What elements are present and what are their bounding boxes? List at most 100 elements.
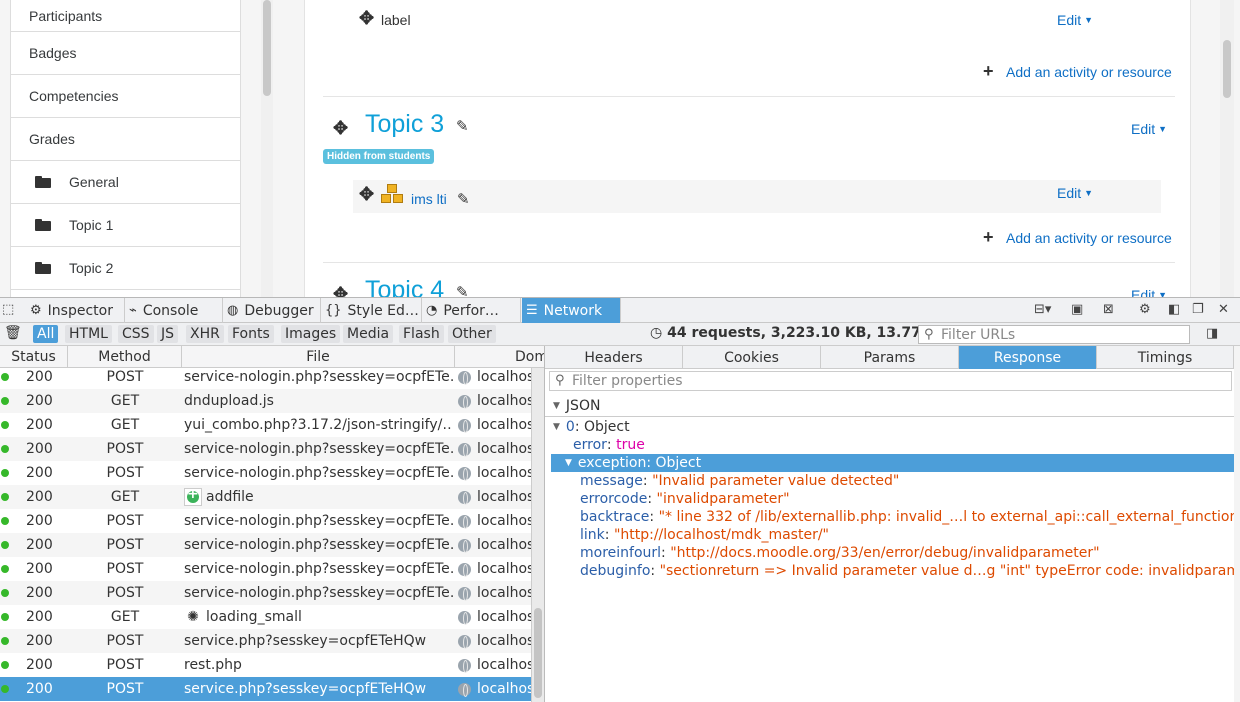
tree-row-errorcode[interactable]: errorcode: "invalidparameter" — [545, 490, 1240, 508]
topic-4-title[interactable]: Topic 4 — [365, 276, 444, 297]
nav-item-badges[interactable]: Badges — [11, 32, 240, 75]
filter-fonts[interactable]: Fonts — [228, 325, 274, 343]
nav-item-competencies[interactable]: Competencies — [11, 75, 240, 118]
pencil-edit-icon[interactable]: ✎ — [457, 190, 470, 208]
filter-properties-placeholder: Filter properties — [572, 373, 683, 389]
table-row[interactable]: 200 GET dndupload.js localhos — [0, 389, 531, 413]
filter-flash[interactable]: Flash — [399, 325, 444, 343]
table-row[interactable]: 200 GET addfile localhos — [0, 485, 531, 509]
tab-timings[interactable]: Timings — [1097, 346, 1234, 369]
page-scrollbar[interactable] — [1220, 0, 1234, 297]
scrollbar-thumb[interactable] — [534, 608, 542, 698]
close-icon[interactable]: ✕ — [1218, 302, 1229, 320]
col-method[interactable]: Method — [68, 346, 182, 368]
tree-key: error — [573, 437, 607, 453]
table-row[interactable]: 200 POST service-nologin.php?sesskey=ocpfE… — [0, 368, 531, 389]
col-domain[interactable]: Dom — [455, 346, 548, 368]
table-row[interactable]: 200 POST service-nologin.php?sesskey=ocpfE… — [0, 437, 531, 461]
add-activity-link-1[interactable]: Add an activity or resource — [1006, 64, 1172, 80]
nav-item-topic-2[interactable]: Topic 2 — [11, 247, 240, 290]
col-file[interactable]: File — [182, 346, 455, 368]
filter-all[interactable]: All — [33, 325, 59, 343]
filter-js[interactable]: JS — [157, 325, 179, 343]
filter-xhr[interactable]: XHR — [186, 325, 224, 343]
topic-3-title[interactable]: Topic 3 — [365, 110, 444, 139]
move-icon[interactable]: ✥ — [359, 8, 374, 29]
table-row[interactable]: 200 POST service.php?sesskey=ocpfETeHQw loc… — [0, 629, 531, 653]
tree-row-link[interactable]: link: "http://localhost/mdk_master/" — [545, 526, 1240, 544]
tab-console[interactable]: ⌁ Console — [125, 298, 223, 323]
filter-media[interactable]: Media — [343, 325, 394, 343]
tab-inspector[interactable]: ⚙ Inspector — [26, 298, 125, 323]
scratchpad-icon[interactable]: ⊠ — [1103, 302, 1114, 320]
scrollbar-thumb[interactable] — [1223, 40, 1231, 98]
screenshot-icon[interactable]: ▣ — [1071, 302, 1083, 320]
nav-item-participants[interactable]: Participants — [11, 0, 240, 32]
globe-icon — [458, 658, 471, 673]
tree-row-backtrace[interactable]: backtrace: "* line 332 of /lib/externall… — [545, 508, 1240, 526]
table-row[interactable]: 200 POST service-nologin.php?sesskey=ocpfE… — [0, 581, 531, 605]
tab-performance[interactable]: ◔ Perfor… — [422, 298, 521, 323]
table-row[interactable]: 200 POST service-nologin.php?sesskey=ocpfE… — [0, 533, 531, 557]
tab-params[interactable]: Params — [821, 346, 959, 369]
toggle-sidebar-icon[interactable]: ◨ — [1206, 326, 1218, 341]
edit-menu-ims-lti[interactable]: Edit ▼ — [1057, 185, 1093, 201]
move-icon[interactable]: ✥ — [359, 184, 374, 205]
add-activity-link-2[interactable]: Add an activity or resource — [1006, 230, 1172, 246]
edit-menu-topic-3[interactable]: Edit ▼ — [1131, 121, 1167, 137]
file-name: service.php?sesskey=ocpfETeHQw — [184, 633, 427, 649]
tab-headers[interactable]: Headers — [545, 346, 683, 369]
ims-lti-link[interactable]: ims lti — [411, 191, 447, 207]
tree-row-exception[interactable]: ▼ exception: Object — [551, 454, 1240, 472]
filter-css[interactable]: CSS — [118, 325, 154, 343]
move-icon[interactable]: ✥ — [333, 284, 348, 297]
tree-row-message[interactable]: message: "Invalid parameter value detect… — [545, 472, 1240, 490]
tab-debugger[interactable]: ◍ Debugger — [223, 298, 321, 323]
filter-urls-input[interactable]: ⚲ Filter URLs — [918, 325, 1190, 344]
table-row[interactable]: 200 GET ✺ loading_small localhos — [0, 605, 531, 629]
cell-file: service-nologin.php?sesskey=ocpfETe… — [184, 461, 453, 485]
filter-other[interactable]: Other — [448, 325, 496, 343]
tree-row-moreinfourl[interactable]: moreinfourl: "http://docs.moodle.org/33/… — [545, 544, 1240, 562]
tab-cookies[interactable]: Cookies — [683, 346, 821, 369]
table-row[interactable]: 200 POST service-nologin.php?sesskey=ocpfE… — [0, 461, 531, 485]
table-row[interactable]: 200 POST service-nologin.php?sesskey=ocpfE… — [0, 557, 531, 581]
nav-item-grades[interactable]: Grades — [11, 118, 240, 161]
table-row[interactable]: 200 POST service.php?sesskey=ocpfETeHQw loc… — [0, 677, 531, 701]
gear-icon[interactable]: ⚙ — [1139, 302, 1151, 320]
responsive-icon[interactable]: ⊟▾ — [1034, 302, 1051, 320]
table-row[interactable]: 200 POST rest.php localhos — [0, 653, 531, 677]
edit-menu-label[interactable]: Edit ▼ — [1057, 12, 1093, 28]
nav-item-topic-1[interactable]: Topic 1 — [11, 204, 240, 247]
filter-html[interactable]: HTML — [65, 325, 112, 343]
trash-icon[interactable]: 🗑 — [4, 325, 22, 341]
filter-properties-input[interactable]: ⚲ Filter properties — [549, 371, 1232, 391]
window-icon[interactable]: ❐ — [1192, 302, 1204, 320]
cell-method: GET — [110, 489, 140, 505]
table-row[interactable]: 200 POST service-nologin.php?sesskey=ocpfE… — [0, 509, 531, 533]
tree-row-error[interactable]: error: true — [545, 436, 1240, 454]
nav-item-general[interactable]: General — [11, 161, 240, 204]
tab-response[interactable]: Response — [959, 346, 1097, 369]
tree-row-root[interactable]: ▼ 0: Object — [545, 418, 1240, 436]
details-scrollbar[interactable] — [1234, 346, 1240, 702]
dock-side-icon[interactable]: ◧ — [1168, 302, 1180, 320]
scrollbar-thumb[interactable] — [263, 0, 271, 96]
filter-images[interactable]: Images — [281, 325, 341, 343]
json-section-header[interactable]: ▼ JSON — [545, 395, 1240, 417]
edit-menu-topic-4[interactable]: Edit ▼ — [1131, 287, 1167, 297]
move-icon[interactable]: ✥ — [333, 118, 348, 139]
domain-name: localhos — [477, 393, 531, 409]
tab-label: Inspector — [47, 302, 113, 319]
sidebar-scrollbar[interactable] — [261, 0, 273, 297]
pick-element-icon[interactable]: ⬚ — [2, 302, 14, 320]
pencil-edit-icon[interactable]: ✎ — [456, 283, 469, 297]
request-list-scrollbar[interactable] — [531, 368, 544, 702]
tab-network[interactable]: ☰ Network — [522, 298, 621, 323]
table-row[interactable]: 200 GET yui_combo.php?3.17.2/json-stringif… — [0, 413, 531, 437]
pencil-edit-icon[interactable]: ✎ — [456, 117, 469, 135]
col-status[interactable]: Status — [0, 346, 68, 368]
tab-style-editor[interactable]: {} Style Ed… — [321, 298, 422, 323]
tree-row-debuginfo[interactable]: debuginfo: "sectionreturn => Invalid par… — [545, 562, 1240, 580]
cell-status: 200 — [26, 465, 53, 481]
